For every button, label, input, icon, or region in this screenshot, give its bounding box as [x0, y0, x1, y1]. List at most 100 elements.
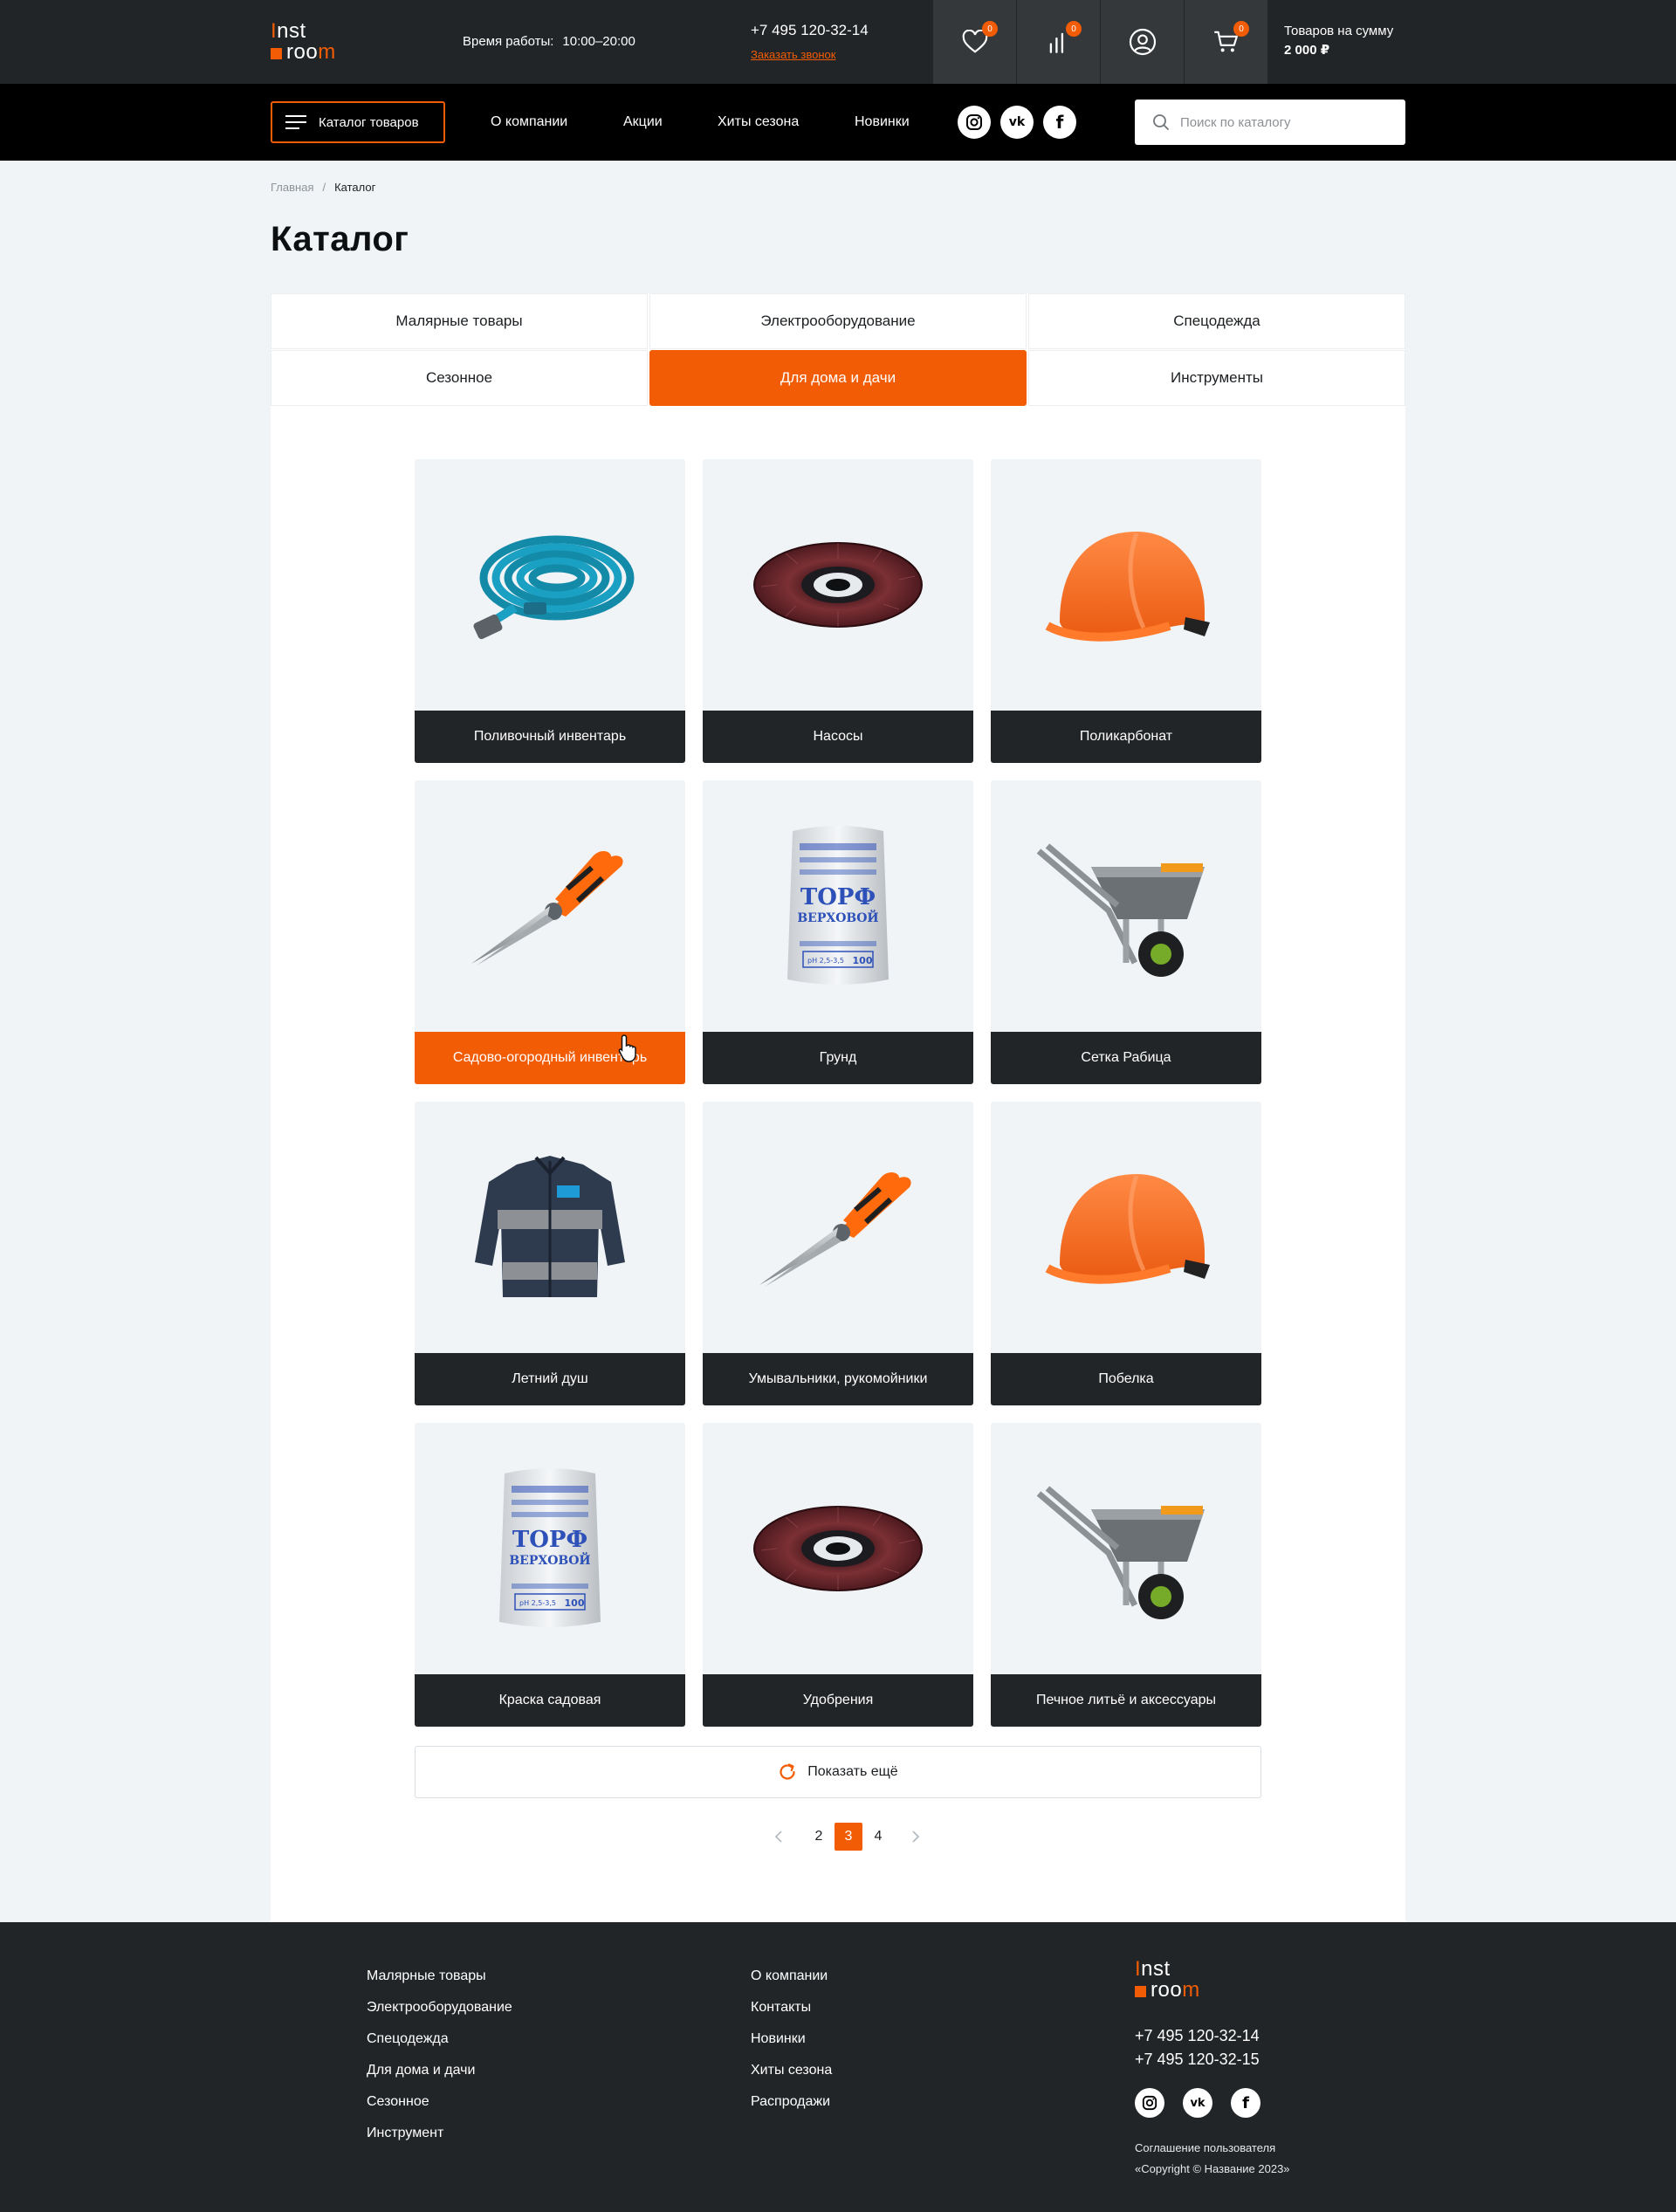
category-label: Поликарбонат: [991, 711, 1261, 763]
footer: Малярные товары Электрооборудование Спец…: [0, 1922, 1676, 2212]
flap-disc-image: [751, 1496, 925, 1601]
category-card[interactable]: ТОРФ ВЕРХОВОЙ pH 2,5-3,5 100 Грунд: [703, 780, 973, 1084]
hard-hat-image: [1039, 1162, 1213, 1293]
pagination-page[interactable]: 4: [868, 1823, 889, 1851]
category-label: Побелка: [991, 1353, 1261, 1405]
category-image: [415, 459, 685, 711]
peat-bag-volume: 100: [853, 955, 873, 966]
footer-link[interactable]: Для дома и дачи: [367, 2062, 512, 2093]
user-agreement-link[interactable]: Соглашение пользователя: [1135, 2141, 1275, 2154]
category-label: Садово-огородный инвентарь: [415, 1032, 685, 1084]
footer-link[interactable]: Контакты: [751, 1999, 832, 2030]
nav-link-hits[interactable]: Хиты сезона: [718, 114, 799, 130]
compare-count-badge: 0: [1066, 21, 1082, 37]
pagination-page-current[interactable]: 3: [835, 1823, 862, 1851]
category-card[interactable]: ТОРФ ВЕРХОВОЙ pH 2,5-3,5 100 Краска садо…: [415, 1423, 685, 1727]
footer-link[interactable]: Распродажи: [751, 2093, 832, 2125]
cart-total-value: 2 000 ₽: [1284, 43, 1330, 58]
hard-hat-image: [1039, 519, 1213, 650]
category-card[interactable]: Насосы: [703, 459, 973, 763]
working-hours-label: Время работы:: [463, 34, 554, 49]
wishlist-button[interactable]: 0: [932, 0, 1016, 84]
flap-disc-image: [751, 532, 925, 637]
category-card[interactable]: Поливочный инвентарь: [415, 459, 685, 763]
tab-seasonal[interactable]: Сезонное: [271, 350, 648, 406]
nav-link-about[interactable]: О компании: [491, 114, 567, 130]
breadcrumb: Главная / Каталог: [271, 181, 375, 194]
tin-snips-image: [463, 836, 637, 976]
footer-link[interactable]: Новинки: [751, 2030, 832, 2062]
working-hours: Время работы: 10:00–20:00: [463, 34, 635, 49]
footer-link[interactable]: Инструмент: [367, 2125, 512, 2156]
category-image: [703, 1423, 973, 1674]
footer-vk-link[interactable]: vk: [1183, 2088, 1212, 2118]
search-box[interactable]: [1135, 100, 1405, 145]
peat-bag-word1: ТОРФ: [512, 1527, 587, 1553]
instagram-icon: [965, 113, 983, 131]
category-label: Краска садовая: [415, 1674, 685, 1727]
tab-home-garden[interactable]: Для дома и дачи: [649, 350, 1027, 406]
callback-link[interactable]: Заказать звонок: [751, 48, 835, 61]
category-image: [991, 780, 1261, 1032]
footer-facebook-link[interactable]: f: [1231, 2088, 1260, 2118]
category-card[interactable]: Поликарбонат: [991, 459, 1261, 763]
nav-link-new[interactable]: Новинки: [855, 114, 910, 130]
category-label: Удобрения: [703, 1674, 973, 1727]
footer-link[interactable]: Хиты сезона: [751, 2062, 832, 2093]
category-label: Насосы: [703, 711, 973, 763]
pagination-page[interactable]: 2: [808, 1823, 829, 1851]
vk-link[interactable]: vk: [1000, 106, 1034, 139]
peat-bag-word1: ТОРФ: [800, 884, 876, 910]
footer-link[interactable]: Малярные товары: [367, 1968, 512, 1999]
facebook-link[interactable]: f: [1043, 106, 1076, 139]
pagination-prev-button[interactable]: [768, 1823, 789, 1851]
instagram-link[interactable]: [958, 106, 991, 139]
chevron-right-icon: [911, 1830, 920, 1844]
tab-tools[interactable]: Инструменты: [1028, 350, 1405, 406]
category-card[interactable]: Побелка: [991, 1102, 1261, 1405]
footer-phone[interactable]: +7 495 120-32-15: [1135, 2051, 1260, 2069]
footer-phone[interactable]: +7 495 120-32-14: [1135, 2027, 1260, 2045]
facebook-icon: f: [1055, 112, 1064, 133]
peat-bag-word2: ВЕРХОВОЙ: [509, 1551, 590, 1568]
pagination-next-button[interactable]: [905, 1823, 926, 1851]
top-bar: Inst room Время работы: 10:00–20:00 +7 49…: [0, 0, 1676, 84]
cart-button[interactable]: 0: [1184, 0, 1267, 84]
cart-total[interactable]: Товаров на сумму 2 000 ₽: [1284, 22, 1393, 60]
category-card[interactable]: Удобрения: [703, 1423, 973, 1727]
copyright: «Copyright © Название 2023»: [1135, 2162, 1290, 2175]
catalog-button[interactable]: Каталог товаров: [271, 101, 445, 143]
footer-link[interactable]: О компании: [751, 1968, 832, 1999]
tab-electrical[interactable]: Электрооборудование: [649, 293, 1027, 349]
hand-cursor-icon: [617, 1034, 640, 1068]
account-button[interactable]: [1100, 0, 1184, 84]
logo[interactable]: Inst room: [271, 21, 336, 63]
breadcrumb-home[interactable]: Главная: [271, 181, 313, 194]
footer-logo[interactable]: Inst room: [1135, 1959, 1200, 2001]
nav-link-promotions[interactable]: Акции: [623, 114, 663, 130]
search-input[interactable]: [1180, 114, 1390, 130]
facebook-icon: f: [1242, 2093, 1249, 2112]
catalog-button-label: Каталог товаров: [319, 114, 419, 130]
category-card[interactable]: Летний душ: [415, 1102, 685, 1405]
footer-link[interactable]: Спецодежда: [367, 2030, 512, 2062]
wheelbarrow-image: [1030, 832, 1222, 980]
footer-instagram-link[interactable]: [1135, 2088, 1164, 2118]
category-card[interactable]: Умывальники, рукомойники: [703, 1102, 973, 1405]
wheelbarrow-image: [1030, 1474, 1222, 1623]
tab-painting[interactable]: Малярные товары: [271, 293, 648, 349]
category-card[interactable]: Печное литьё и аксессуары: [991, 1423, 1261, 1727]
show-more-button[interactable]: Показать ещё: [415, 1746, 1261, 1798]
footer-link[interactable]: Сезонное: [367, 2093, 512, 2125]
footer-link[interactable]: Электрооборудование: [367, 1999, 512, 2030]
category-image: [991, 1423, 1261, 1674]
show-more-label: Показать ещё: [807, 1764, 898, 1779]
header-phone[interactable]: +7 495 120-32-14: [751, 22, 869, 39]
category-card[interactable]: Сетка Рабица: [991, 780, 1261, 1084]
category-label: Грунд: [703, 1032, 973, 1084]
compare-button[interactable]: 0: [1016, 0, 1100, 84]
tab-workwear[interactable]: Спецодежда: [1028, 293, 1405, 349]
menu-icon: [285, 115, 306, 129]
category-card[interactable]: Садово-огородный инвентарь: [415, 780, 685, 1084]
chevron-left-icon: [774, 1830, 783, 1844]
